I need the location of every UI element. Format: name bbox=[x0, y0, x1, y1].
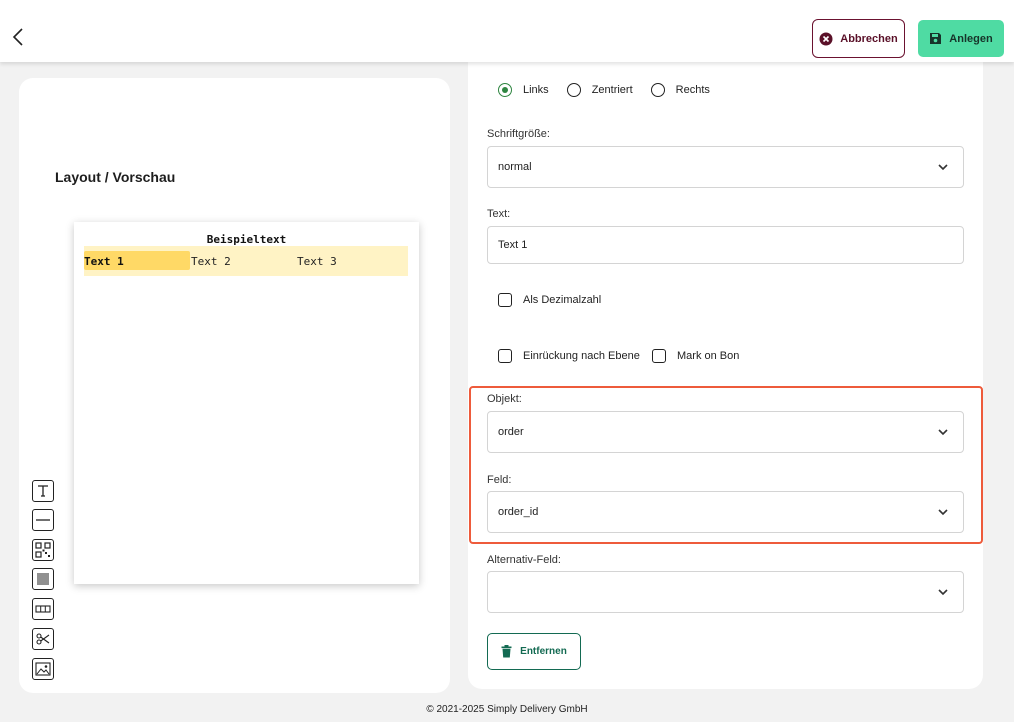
preview-cell[interactable]: Text 2 bbox=[191, 255, 231, 268]
scissors-icon bbox=[36, 633, 50, 645]
preview-card: Layout / Vorschau Beispieltext Text 1 Te… bbox=[19, 78, 450, 693]
field-select[interactable]: order_id bbox=[487, 491, 964, 533]
chevron-down-icon bbox=[938, 164, 948, 171]
back-button[interactable] bbox=[8, 25, 28, 49]
qr-code-icon bbox=[35, 542, 51, 558]
align-center-radio[interactable] bbox=[566, 83, 581, 97]
remove-button[interactable]: Entfernen bbox=[487, 633, 581, 670]
as-decimal-checkbox[interactable] bbox=[498, 293, 512, 307]
field-label: Feld: bbox=[487, 474, 512, 486]
text-field[interactable]: Text 1 bbox=[487, 226, 964, 264]
object-select[interactable]: order bbox=[487, 411, 964, 453]
field-value: order_id bbox=[498, 506, 539, 518]
text-icon bbox=[38, 485, 48, 497]
create-label: Anlegen bbox=[949, 32, 993, 45]
create-button[interactable]: Anlegen bbox=[918, 20, 1004, 57]
chevron-down-icon bbox=[938, 589, 948, 596]
object-value: order bbox=[498, 426, 524, 438]
mark-on-bon-checkbox[interactable] bbox=[652, 349, 666, 363]
cut-tool-button[interactable] bbox=[32, 628, 54, 650]
cancel-button[interactable]: Abbrechen bbox=[812, 19, 905, 58]
alt-field-label: Alternativ-Feld: bbox=[487, 554, 561, 566]
object-label: Objekt: bbox=[487, 393, 522, 405]
align-left-label: Links bbox=[523, 84, 549, 96]
as-decimal-option: Als Dezimalzahl bbox=[498, 293, 601, 307]
alt-field-select[interactable] bbox=[487, 571, 964, 613]
as-decimal-label: Als Dezimalzahl bbox=[523, 294, 602, 306]
image-icon bbox=[35, 662, 51, 676]
trash-icon bbox=[501, 645, 512, 658]
preview-paper-title: Beispieltext bbox=[206, 233, 287, 246]
preview-cell[interactable]: Text 3 bbox=[297, 255, 337, 268]
columns-icon bbox=[35, 605, 51, 613]
mark-on-bon-label: Mark on Bon bbox=[677, 350, 740, 362]
font-size-value: normal bbox=[498, 161, 532, 173]
line-icon bbox=[36, 519, 50, 521]
image-tool-button[interactable] bbox=[32, 658, 54, 680]
footer-copyright: © 2021-2025 Simply Delivery GmbH bbox=[426, 704, 588, 715]
indent-checkbox[interactable] bbox=[498, 349, 512, 363]
font-size-label: Schriftgröße: bbox=[487, 128, 550, 140]
text-field-value: Text 1 bbox=[498, 239, 528, 251]
alignment-radio-group: Links Zentriert Rechts bbox=[498, 82, 728, 98]
chevron-left-icon bbox=[12, 28, 23, 46]
indent-label: Einrückung nach Ebene bbox=[523, 350, 640, 362]
align-right-label: Rechts bbox=[675, 84, 710, 96]
line-tool-button[interactable] bbox=[32, 509, 54, 531]
chevron-down-icon bbox=[938, 429, 948, 436]
cancel-label: Abbrechen bbox=[840, 32, 898, 45]
align-center-label: Zentriert bbox=[591, 84, 633, 96]
text-tool-button[interactable] bbox=[32, 480, 54, 502]
barcode-icon bbox=[37, 573, 49, 585]
qr-code-tool-button[interactable] bbox=[32, 539, 54, 561]
mark-on-bon-option: Mark on Bon bbox=[652, 349, 739, 363]
preview-text-row[interactable]: Text 1 Text 2 Text 3 bbox=[84, 246, 408, 276]
preview-heading: Layout / Vorschau bbox=[55, 169, 176, 185]
save-icon bbox=[930, 33, 942, 44]
top-bar: Abbrechen Anlegen bbox=[0, 0, 1014, 62]
align-left-radio[interactable] bbox=[498, 83, 512, 97]
preview-cell-selected[interactable]: Text 1 bbox=[84, 251, 190, 270]
indent-option: Einrückung nach Ebene bbox=[498, 349, 640, 363]
barcode-tool-button[interactable] bbox=[32, 568, 54, 590]
columns-tool-button[interactable] bbox=[32, 598, 54, 620]
receipt-preview: Beispieltext Text 1 Text 2 Text 3 bbox=[74, 222, 419, 584]
element-settings-panel: Links Zentriert Rechts Schriftgröße: nor… bbox=[468, 62, 983, 689]
cancel-circle-icon bbox=[819, 32, 833, 45]
text-label: Text: bbox=[487, 208, 511, 220]
remove-label: Entfernen bbox=[520, 646, 567, 657]
chevron-down-icon bbox=[938, 509, 948, 516]
font-size-select[interactable]: normal bbox=[487, 146, 964, 188]
align-right-radio[interactable] bbox=[650, 83, 665, 97]
